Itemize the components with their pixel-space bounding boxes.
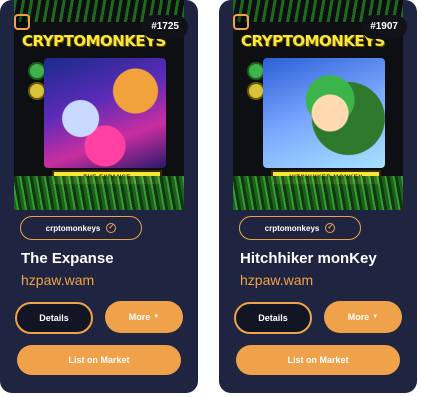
caret-down-icon: ▼ (372, 314, 379, 320)
list-on-market-button[interactable]: List on Market (236, 345, 400, 375)
details-button-label: Details (39, 313, 69, 323)
collection-name: crptomonkeys (264, 223, 320, 233)
collection-badge[interactable]: crptomonkeys ✓ (20, 216, 142, 240)
collection-badge[interactable]: crptomonkeys ✓ (239, 216, 361, 240)
select-checkbox[interactable] (233, 14, 249, 30)
verified-check-icon: ✓ (106, 223, 117, 233)
artwork-grass-bottom (14, 176, 184, 210)
more-button[interactable]: More ▼ (105, 301, 183, 333)
caret-down-icon: ▼ (153, 314, 160, 320)
verified-check-icon: ✓ (325, 223, 336, 233)
artwork-picture (44, 58, 166, 168)
details-button-label: Details (258, 313, 288, 323)
details-button[interactable]: Details (234, 302, 312, 334)
nft-name: The Expanse (21, 250, 114, 267)
more-button-label: More (128, 312, 151, 322)
artwork-grass-bottom (233, 176, 403, 210)
nft-card: CRYPTOMONKEYS HITCHHIKER MONKEY #1907 cr… (219, 0, 417, 393)
list-on-market-label: List on Market (287, 355, 349, 365)
list-on-market-label: List on Market (68, 355, 130, 365)
more-button[interactable]: More ▼ (324, 301, 402, 333)
mint-number-badge: #1907 (361, 15, 407, 39)
mint-number-badge: #1725 (142, 15, 188, 39)
nft-name: Hitchhiker monKey (240, 250, 377, 267)
select-checkbox[interactable] (14, 14, 30, 30)
more-button-label: More (347, 312, 370, 322)
collection-name: crptomonkeys (45, 223, 101, 233)
owner-name[interactable]: hzpaw.wam (240, 272, 313, 288)
details-button[interactable]: Details (15, 302, 93, 334)
list-on-market-button[interactable]: List on Market (17, 345, 181, 375)
owner-name[interactable]: hzpaw.wam (21, 272, 94, 288)
nft-card: CRYPTOMONKEYS THE EXPANSE #1725 crptomon… (0, 0, 198, 393)
artwork-picture (263, 58, 385, 168)
